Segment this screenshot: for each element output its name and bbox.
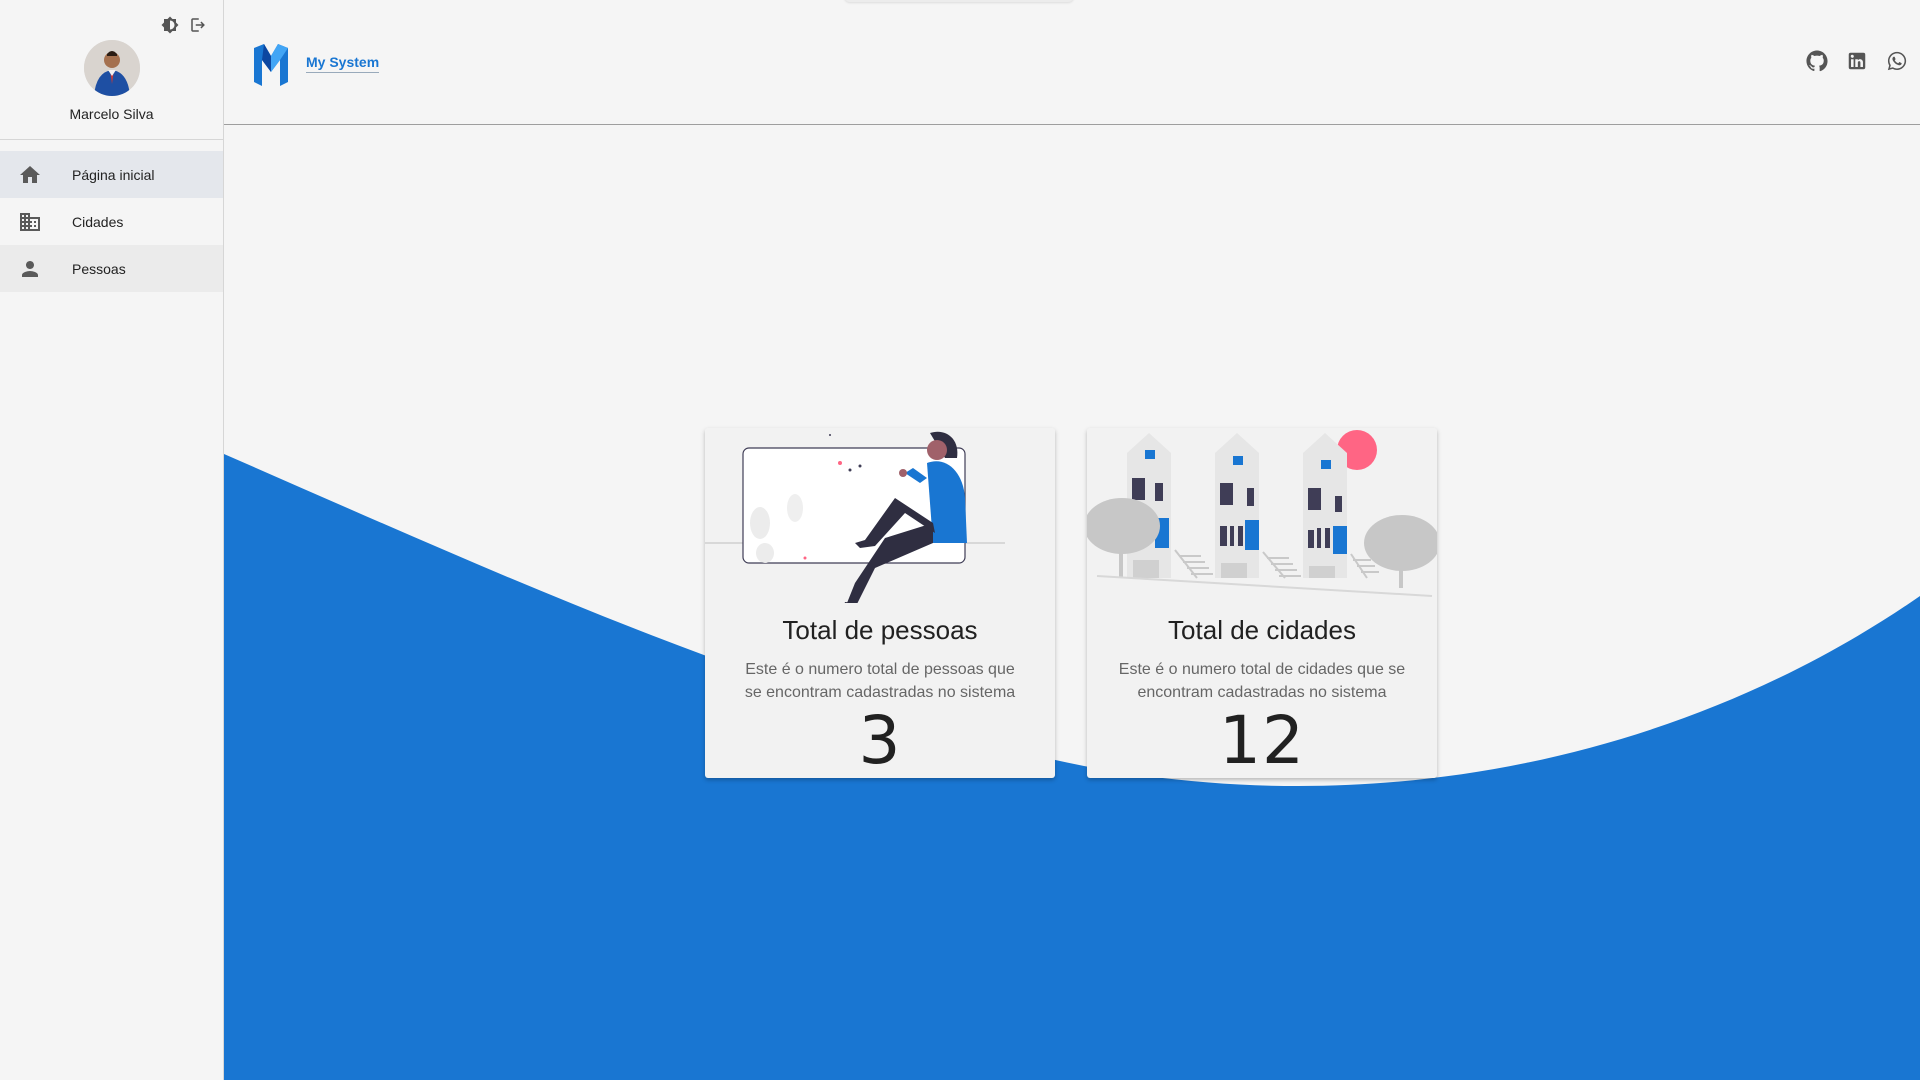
card-total-cidades: Total de cidades Este é o numero total d… xyxy=(1087,428,1437,778)
total-cidades-value: 12 xyxy=(1219,702,1305,778)
woman-sitting-illustration xyxy=(705,428,1055,603)
header-decoration xyxy=(844,0,1074,2)
card-title: Total de cidades xyxy=(1168,615,1356,645)
sidebar-item-pessoas[interactable]: Pessoas xyxy=(0,245,223,292)
sidebar: Marcelo Silva Página inicial Cidades Pes… xyxy=(0,0,224,1080)
logo-icon[interactable] xyxy=(252,42,290,86)
home-icon xyxy=(20,165,40,183)
total-pessoas-value: 3 xyxy=(858,702,902,778)
sidebar-item-label: Página inicial xyxy=(72,166,155,183)
sidebar-item-home[interactable]: Página inicial xyxy=(0,151,223,198)
dashboard: Total de pessoas Este é o numero total d… xyxy=(224,126,1920,1080)
city-icon xyxy=(20,212,40,231)
person-icon xyxy=(22,260,38,277)
user-name: Marcelo Silva xyxy=(69,106,154,122)
avatar[interactable] xyxy=(84,40,140,96)
github-icon[interactable] xyxy=(1806,50,1828,72)
social-links xyxy=(1806,50,1908,72)
theme-toggle-icon[interactable] xyxy=(161,16,179,34)
sidebar-item-cidades[interactable]: Cidades xyxy=(0,198,223,245)
houses-illustration xyxy=(1087,428,1437,603)
whatsapp-icon[interactable] xyxy=(1886,50,1908,72)
brand-link[interactable]: My System xyxy=(306,54,380,73)
logout-icon[interactable] xyxy=(189,16,207,34)
card-title: Total de pessoas xyxy=(782,615,978,645)
card-total-pessoas: Total de pessoas Este é o numero total d… xyxy=(705,428,1055,778)
sidebar-item-label: Pessoas xyxy=(72,260,126,277)
user-panel: Marcelo Silva xyxy=(0,0,223,140)
sidebar-actions xyxy=(161,16,207,34)
linkedin-icon[interactable] xyxy=(1846,50,1868,72)
sidebar-item-label: Cidades xyxy=(72,213,124,230)
app-header: My System xyxy=(224,0,1920,125)
sidebar-nav: Página inicial Cidades Pessoas xyxy=(0,140,223,292)
card-description: Este é o numero total de pessoas que se … xyxy=(744,661,1016,701)
background-wave xyxy=(224,454,1920,1080)
card-description: Este é o numero total de cidades que se … xyxy=(1118,661,1406,701)
